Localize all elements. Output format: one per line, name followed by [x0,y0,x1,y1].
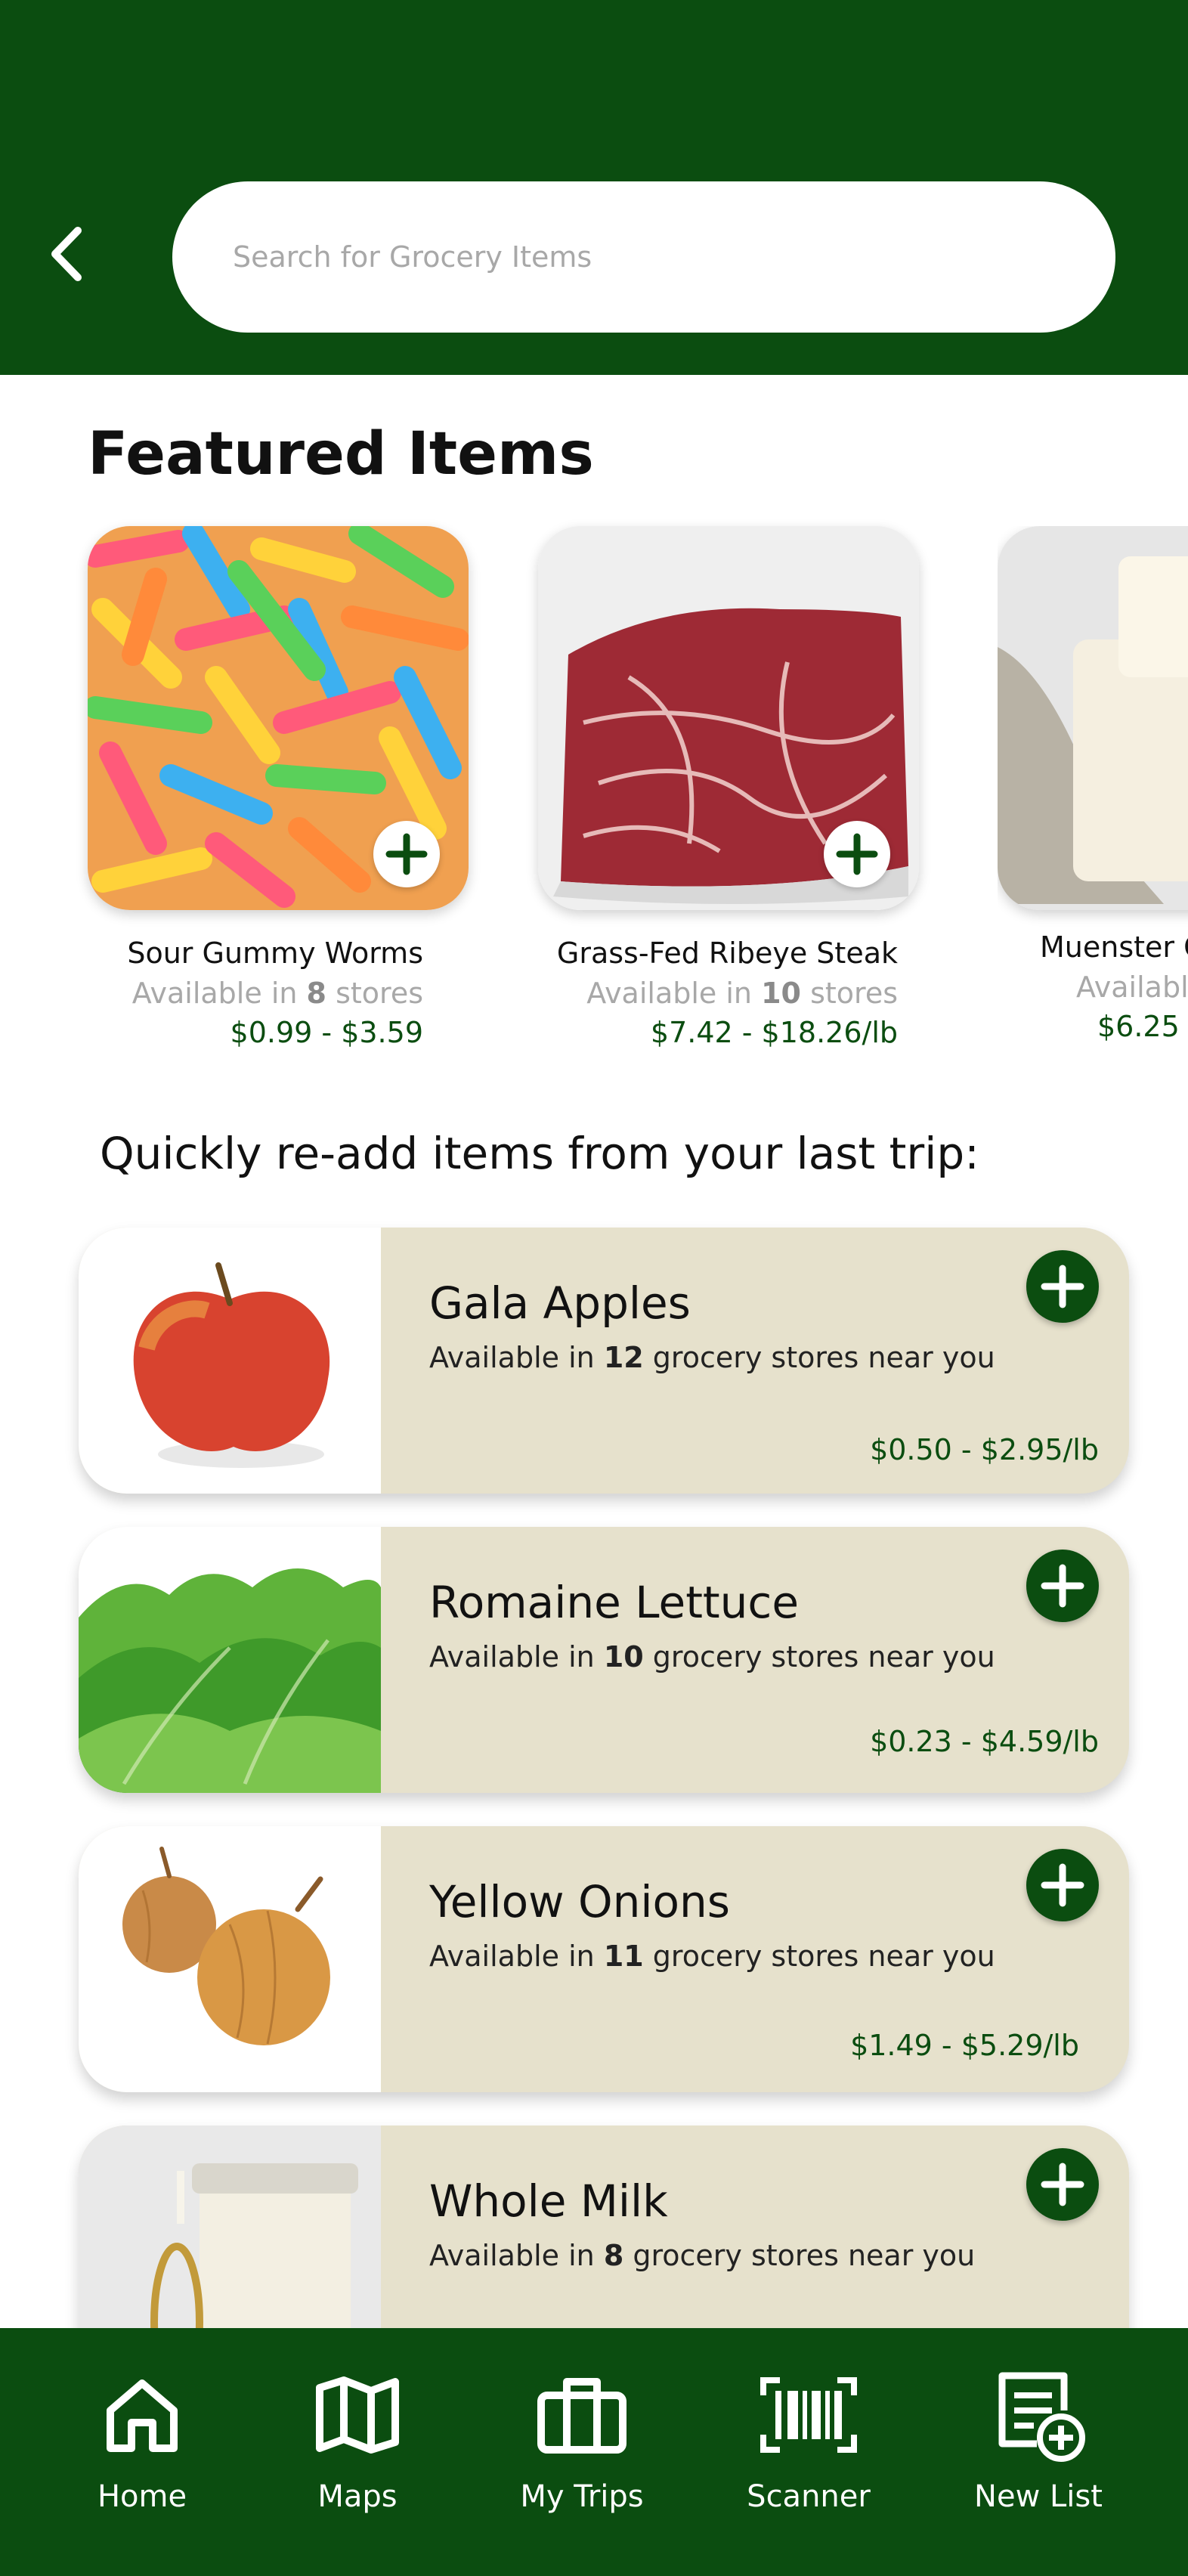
list-item-name: Whole Milk [429,2175,668,2227]
featured-item-price: $6.25 - [1097,1010,1188,1043]
list-item-gala-apples[interactable]: Gala Apples Available in 12 grocery stor… [79,1228,1129,1494]
quick-readd-title: Quickly re-add items from your last trip… [100,1128,979,1179]
list-item-yellow-onions[interactable]: Yellow Onions Available in 11 grocery st… [79,1826,1129,2092]
featured-item-availability: Available [1076,971,1188,1004]
plus-icon [1041,1863,1084,1907]
featured-item-price: $7.42 - $18.26/lb [650,1016,898,1049]
plus-icon [1041,2163,1084,2206]
nav-my-trips[interactable]: My Trips [506,2328,657,2576]
romaine-lettuce-image [79,1527,381,1793]
add-ribeye-button[interactable] [824,821,890,887]
list-item-availability: Available in 12 grocery stores near you [429,1341,995,1374]
add-gummy-worms-button[interactable] [373,821,440,887]
nav-scanner[interactable]: Scanner [733,2328,884,2576]
add-romaine-lettuce-button[interactable] [1026,1550,1099,1622]
nav-label: My Trips [520,2479,644,2514]
nav-label: Maps [317,2479,398,2514]
list-item-availability: Available in 10 grocery stores near you [429,1640,995,1673]
list-item-availability: Available in 11 grocery stores near you [429,1940,995,1973]
chevron-left-icon [51,227,82,281]
list-item-name: Romaine Lettuce [429,1577,800,1628]
home-icon [107,2379,178,2452]
plus-icon [1041,1564,1084,1608]
ribeye-steak-image [538,526,919,910]
featured-item-gummy-worms[interactable]: Sour Gummy Worms Available in 8 stores $… [88,526,469,1052]
gummy-worms-image [88,526,469,910]
plus-icon [385,833,428,875]
featured-item-availability: Available in 8 stores [131,977,423,1010]
search-input[interactable] [172,181,1115,333]
nav-home[interactable]: Home [82,2328,203,2576]
yellow-onions-image [79,1826,381,2092]
list-item-name: Yellow Onions [429,1876,730,1927]
back-button[interactable] [44,224,89,284]
featured-item-price: $0.99 - $3.59 [230,1016,423,1049]
featured-item-name: Grass-Fed Ribeye Steak [556,937,898,970]
briefcase-icon [537,2378,626,2454]
nav-label: New List [974,2479,1103,2514]
new-list-icon [998,2372,1085,2462]
plus-icon [1041,1265,1084,1308]
list-item-name: Gala Apples [429,1277,691,1329]
plus-icon [836,833,878,875]
list-item-availability: Available in 8 grocery stores near you [429,2239,976,2272]
add-yellow-onions-button[interactable] [1026,1849,1099,1921]
map-icon [316,2376,399,2454]
nav-label: Scanner [747,2479,871,2514]
list-item-price: $0.50 - $2.95/lb [870,1433,1099,1466]
nav-new-list[interactable]: New List [963,2328,1114,2576]
featured-item-muenster[interactable]: Muenster C Available $6.25 - [998,526,1188,1055]
featured-item-name: Sour Gummy Worms [127,937,423,970]
list-item-price: $1.49 - $5.29/lb [850,2029,1079,2062]
featured-item-ribeye[interactable]: Grass-Fed Ribeye Steak Available in 10 s… [538,526,919,1052]
add-gala-apples-button[interactable] [1026,1250,1099,1323]
featured-item-availability: Available in 10 stores [586,977,898,1010]
nav-maps[interactable]: Maps [297,2328,418,2576]
featured-items-title: Featured Items [88,420,594,488]
featured-item-name: Muenster C [1040,930,1188,964]
header [0,0,1188,375]
bottom-navigation: Home Maps My Trips Scanner New List [0,2328,1188,2576]
list-item-romaine-lettuce[interactable]: Romaine Lettuce Available in 10 grocery … [79,1527,1129,1793]
add-whole-milk-button[interactable] [1026,2148,1099,2221]
nav-label: Home [97,2479,187,2514]
muenster-cheese-image [998,526,1188,910]
gala-apples-image [79,1228,381,1494]
barcode-scanner-icon [760,2377,857,2453]
list-item-price: $0.23 - $4.59/lb [870,1725,1099,1758]
